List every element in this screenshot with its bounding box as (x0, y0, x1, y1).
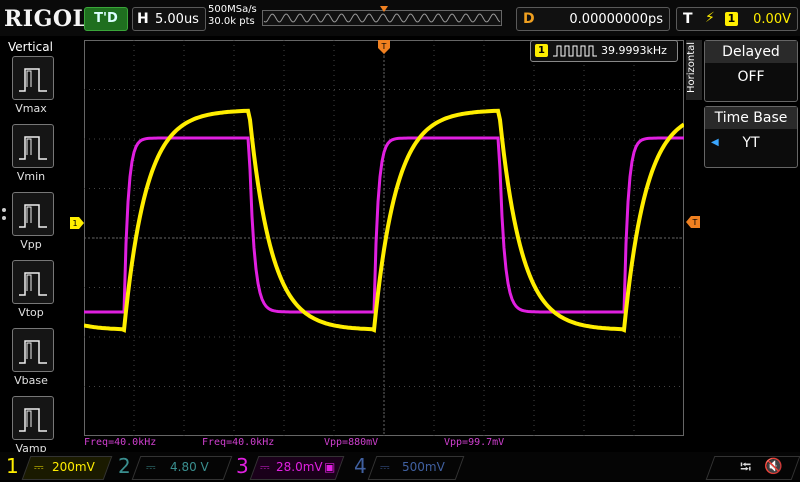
pulse-measure-icon (19, 68, 47, 92)
brand-logo: RIGOL (4, 6, 89, 32)
delayed-title: Delayed (705, 41, 797, 63)
measurement-item: Freq=40.0kHz (84, 437, 157, 448)
softkey-label: Vbase (14, 374, 48, 387)
speaker-muted-icon[interactable]: 🔇 (764, 457, 783, 475)
menu-page-indicator (2, 216, 6, 220)
trigger-box[interactable]: T ⚡ 1 0.00V (676, 7, 798, 31)
square-wave-icon (553, 45, 597, 57)
menu-page-indicator (2, 208, 6, 212)
horizontal-scale-box[interactable]: H 5.00us (132, 7, 206, 31)
channel-2-coupling-icon: ⎓ (146, 460, 156, 474)
softkey-vpp[interactable] (12, 192, 54, 236)
measurement-item: Freq=40.0kHz (202, 437, 275, 448)
delayed-value: OFF (737, 69, 765, 85)
frequency-counter-badge[interactable]: 1 39.9993kHz (530, 40, 678, 62)
delay-value: 0.00000000ps (569, 12, 663, 27)
bandwidth-limit-icon: ▣ (324, 460, 336, 474)
acquisition-info: 500MSa/s 30.0k pts (208, 4, 257, 28)
trigger-status-badge[interactable]: T'D (84, 7, 128, 31)
softkey-label: Vpp (20, 238, 42, 251)
softkey-vamp[interactable] (12, 396, 54, 440)
channel-1-scale: 200mV (52, 460, 95, 474)
memory-depth: 30.0k pts (208, 16, 255, 27)
softkey-label: Vtop (18, 306, 44, 319)
system-status-box (705, 456, 800, 480)
delay-tag: D (523, 11, 535, 27)
channel-4-number: 4 (354, 454, 367, 478)
channel-3-scale: 28.0mV (276, 460, 323, 474)
channel-3-coupling-icon: ⎓ (260, 460, 270, 474)
svg-text:1: 1 (72, 219, 77, 228)
svg-text:T: T (381, 42, 387, 51)
channel-1-ground-marker[interactable]: 1 (70, 217, 84, 229)
delayed-softkey[interactable]: Delayed OFF (704, 40, 798, 102)
softkey-label: Vmax (15, 102, 47, 115)
delay-box[interactable]: D 0.00000000ps (516, 7, 670, 31)
softkey-vmin[interactable] (12, 124, 54, 168)
trigger-tag: T (683, 11, 693, 27)
sample-rate: 500MSa/s (208, 4, 257, 15)
channel-2-number: 2 (118, 454, 131, 478)
memory-overview-waveform[interactable] (262, 6, 502, 30)
pulse-measure-icon (19, 408, 47, 432)
channel-4-scale: 500mV (402, 460, 445, 474)
horizontal-menu-label: Horizontal (686, 41, 698, 94)
channel-1-coupling-icon: ⎓ (34, 460, 44, 474)
trigger-level-value: 0.00V (753, 12, 791, 27)
softkey-vmax[interactable] (12, 56, 54, 100)
waveform-display[interactable] (84, 40, 684, 436)
measurement-item: Vpp=880mV (324, 437, 379, 448)
softkey-vtop[interactable] (12, 260, 54, 304)
measurement-results: Freq=40.0kHz Freq=40.0kHz Vpp=880mV Vpp=… (84, 437, 684, 451)
time-base-value: YT (742, 135, 760, 151)
softkey-label: Vmin (16, 170, 46, 183)
rising-edge-icon: ⚡ (705, 10, 715, 26)
channel-2-scale: 4.80 V (170, 460, 209, 474)
time-base-title: Time Base (705, 107, 797, 129)
menu-title: Vertical (8, 40, 53, 54)
trigger-channel: 1 (725, 12, 738, 26)
pulse-measure-icon (19, 136, 47, 160)
trigger-position-marker[interactable]: T (378, 40, 390, 56)
horizontal-scale-value: 5.00us (155, 12, 199, 27)
horizontal-tag: H (137, 11, 149, 27)
usb-icon: ⭾ (740, 458, 752, 476)
softkey-vbase[interactable] (12, 328, 54, 372)
pulse-measure-icon (19, 340, 47, 364)
horizontal-menu-tab: Horizontal (686, 40, 702, 100)
frequency-value: 39.9993kHz (601, 44, 667, 57)
svg-text:T: T (692, 218, 698, 227)
channel-3-number: 3 (236, 454, 249, 478)
pulse-measure-icon (19, 204, 47, 228)
channel-1-number: 1 (6, 454, 19, 478)
channel-4-coupling-icon: ⎓ (380, 460, 390, 474)
counter-channel: 1 (535, 44, 548, 57)
time-base-softkey[interactable]: Time Base ◀ YT (704, 106, 798, 168)
trigger-level-marker[interactable]: T (686, 216, 700, 228)
measurement-item: Vpp=99.7mV (444, 437, 505, 448)
pulse-measure-icon (19, 272, 47, 296)
